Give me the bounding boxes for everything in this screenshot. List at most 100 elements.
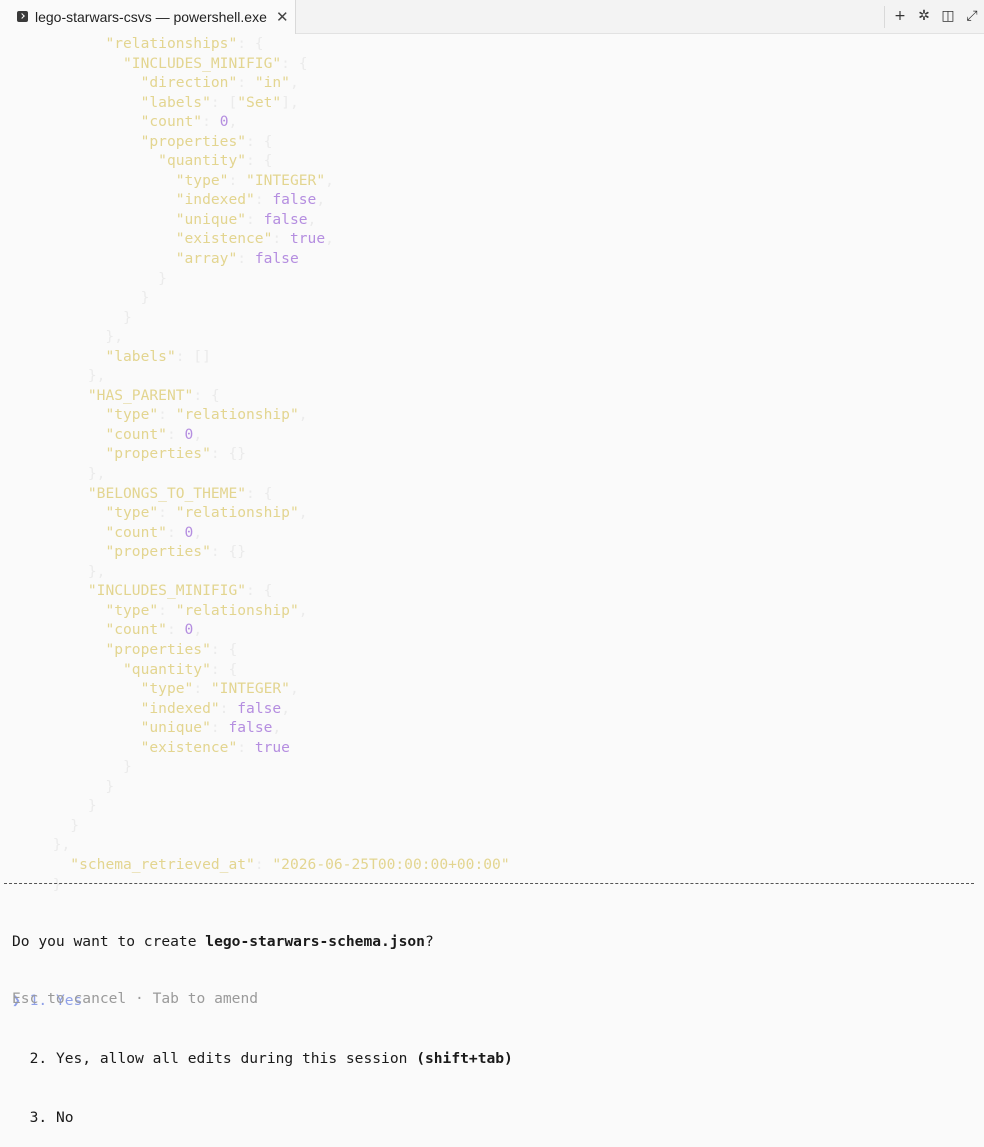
terminal-line: "array": false xyxy=(0,249,984,269)
terminal-line: } xyxy=(0,288,984,308)
json-string: "count" xyxy=(105,425,167,443)
json-punctuation xyxy=(0,152,158,169)
terminal-line: } xyxy=(0,308,984,328)
json-punctuation: , xyxy=(289,680,299,698)
option-no[interactable]: 3. No xyxy=(12,1108,513,1128)
terminal-tab[interactable]: lego-starwars-csvs — powershell.exe ✕ xyxy=(0,0,296,34)
option-yes-all-session[interactable]: 2. Yes, allow all edits during this sess… xyxy=(12,1049,513,1069)
terminal-line: "indexed": false, xyxy=(0,699,984,719)
terminal-line: "INCLUDES_MINIFIG": { xyxy=(0,581,984,601)
json-punctuation xyxy=(0,719,141,736)
json-punctuation xyxy=(0,445,105,462)
close-icon[interactable]: ✕ xyxy=(276,8,289,26)
dashed-divider xyxy=(4,883,974,884)
json-punctuation: : xyxy=(158,601,176,619)
json-punctuation: } xyxy=(0,269,167,287)
json-punctuation xyxy=(0,133,141,150)
json-punctuation xyxy=(0,211,176,228)
terminal-line: "existence": true xyxy=(0,738,984,758)
json-punctuation: : { xyxy=(210,640,238,658)
expand-icon[interactable]: ⤢ xyxy=(962,5,982,27)
terminal-line: }, xyxy=(0,562,984,582)
json-punctuation: } xyxy=(0,816,80,834)
toolbar-divider xyxy=(884,6,885,28)
json-punctuation: : xyxy=(219,699,238,717)
split-pane-icon[interactable]: ◫ xyxy=(938,5,958,27)
json-punctuation: : xyxy=(193,680,211,698)
json-literal: false xyxy=(254,250,299,268)
json-punctuation: : { xyxy=(281,54,308,72)
json-string: "array" xyxy=(175,250,238,268)
option-number: 2. xyxy=(29,1050,48,1068)
json-punctuation: , xyxy=(193,523,203,541)
terminal-line: "count": 0, xyxy=(0,523,984,543)
json-punctuation: : xyxy=(228,171,247,189)
json-string: "count" xyxy=(105,621,167,639)
tab-title: lego-starwars-csvs — powershell.exe xyxy=(35,9,267,25)
json-punctuation: : { xyxy=(246,132,273,150)
json-punctuation: : xyxy=(166,425,185,443)
json-punctuation: , xyxy=(307,210,317,228)
json-string: "quantity" xyxy=(158,152,247,170)
terminal-line: "type": "relationship", xyxy=(0,601,984,621)
terminal-line: "direction": "in", xyxy=(0,73,984,93)
json-punctuation: }, xyxy=(0,465,106,483)
terminal-line: "unique": false, xyxy=(0,718,984,738)
json-punctuation: : xyxy=(158,406,176,424)
json-punctuation: , xyxy=(228,113,238,131)
json-punctuation: : { xyxy=(237,35,264,52)
json-punctuation xyxy=(0,113,141,130)
json-punctuation xyxy=(0,524,105,541)
json-punctuation xyxy=(0,172,176,189)
json-punctuation xyxy=(0,485,88,502)
json-punctuation: }, xyxy=(0,562,106,580)
terminal-line: }, xyxy=(0,464,984,484)
terminal-line: "count": 0, xyxy=(0,620,984,640)
terminal-line: "labels": [] xyxy=(0,347,984,367)
terminal-line: "labels": ["Set"], xyxy=(0,93,984,113)
json-punctuation xyxy=(0,680,141,697)
json-string: "properties" xyxy=(105,640,211,658)
json-punctuation: , xyxy=(298,504,308,522)
terminal-line: "quantity": { xyxy=(0,151,984,171)
terminal-line: "type": "INTEGER", xyxy=(0,679,984,699)
json-punctuation xyxy=(0,602,105,619)
json-punctuation: } xyxy=(0,777,115,795)
json-string: "existence" xyxy=(175,230,273,248)
json-punctuation: , xyxy=(325,171,334,189)
json-string: "count" xyxy=(105,523,167,541)
json-string: "indexed" xyxy=(140,699,220,717)
json-punctuation: : [] xyxy=(175,347,211,365)
json-punctuation xyxy=(0,504,105,521)
json-punctuation: , xyxy=(298,601,308,619)
json-punctuation: } xyxy=(0,875,62,893)
json-literal: false xyxy=(263,210,308,228)
terminal-line: "unique": false, xyxy=(0,210,984,230)
new-tab-icon[interactable]: + xyxy=(890,5,910,27)
terminal-line: } xyxy=(0,796,984,816)
json-string: "quantity" xyxy=(123,660,211,678)
dialog-question: Do you want to create lego-starwars-sche… xyxy=(12,932,513,952)
json-punctuation: , xyxy=(272,719,282,737)
sparkle-icon[interactable]: ✲ xyxy=(914,5,934,27)
terminal-icon xyxy=(17,11,28,22)
terminal-line: }, xyxy=(0,327,984,347)
option-label: Yes, allow all edits during this session xyxy=(55,1050,417,1068)
json-string: "direction" xyxy=(140,74,238,92)
json-punctuation xyxy=(0,700,141,717)
json-punctuation xyxy=(0,582,88,599)
json-string: "properties" xyxy=(105,445,211,463)
json-string: "INTEGER" xyxy=(246,171,326,189)
json-punctuation xyxy=(0,94,141,111)
json-punctuation: } xyxy=(0,758,132,776)
json-string: "relationships" xyxy=(105,35,238,52)
json-punctuation: } xyxy=(0,289,150,307)
terminal-line: "properties": { xyxy=(0,640,984,660)
json-punctuation xyxy=(0,191,176,208)
terminal-line: } xyxy=(0,777,984,797)
terminal-line: "properties": {} xyxy=(0,542,984,562)
terminal-line: }, xyxy=(0,835,984,855)
json-string: "unique" xyxy=(140,719,211,737)
json-punctuation: : xyxy=(237,74,255,92)
question-suffix: ? xyxy=(424,933,434,951)
